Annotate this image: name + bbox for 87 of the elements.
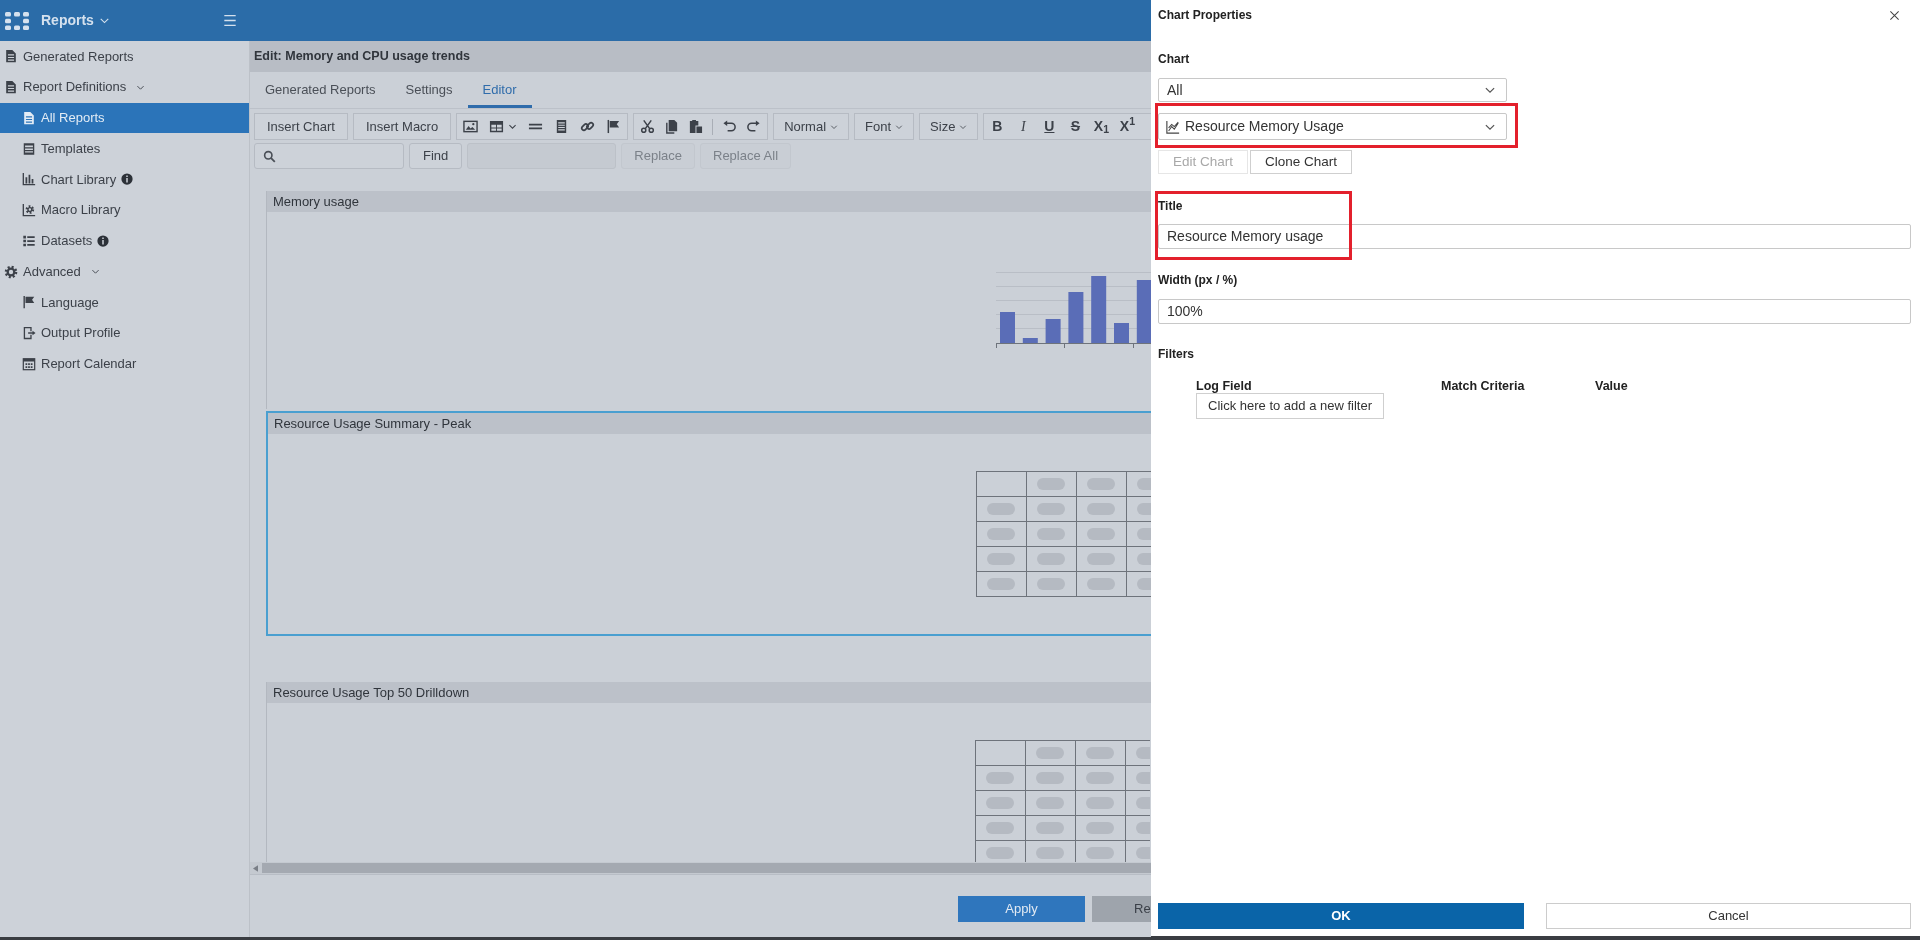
sidebar-item[interactable]: Report Definitions [0, 71, 249, 103]
horizontal-scrollbar[interactable] [250, 862, 1151, 874]
block-title: Memory usage [273, 192, 359, 211]
column-header: Match Criteria [1441, 379, 1525, 393]
underline-button[interactable]: U [1036, 114, 1063, 139]
tab[interactable]: Generated Reports [250, 72, 391, 108]
document-icon [4, 80, 18, 95]
caret-icon[interactable] [508, 122, 518, 131]
title-field[interactable]: Resource Memory usage [1158, 224, 1911, 249]
block-title: Resource Usage Summary - Peak [274, 414, 472, 433]
list-icon [22, 233, 36, 248]
search-icon [263, 149, 276, 163]
chevron-down-icon [959, 122, 968, 131]
block-title: Resource Usage Top 50 Drilldown [273, 683, 470, 702]
dropdown-button[interactable]: Size [919, 113, 979, 140]
app-grid-icon[interactable] [5, 11, 29, 30]
column-header: Value [1595, 379, 1628, 393]
field-label: Chart [1158, 51, 1190, 67]
document-arrow-icon [22, 326, 36, 341]
chart-bar [1068, 292, 1084, 343]
chart-bar [1022, 338, 1038, 343]
secondary-button[interactable]: Re [1092, 896, 1151, 922]
copy-icon[interactable] [664, 119, 680, 134]
bold-button[interactable]: B [984, 114, 1011, 139]
superscript-button[interactable]: X$^{1}$ [1114, 114, 1141, 139]
section-label: Filters [1158, 346, 1194, 362]
subscript-button[interactable]: X$_{1}$ [1088, 114, 1115, 139]
strikethrough-button[interactable]: S [1062, 114, 1089, 139]
scrollbar-thumb[interactable] [262, 863, 1151, 873]
bar-chart-icon [22, 172, 36, 187]
field-label: Width (px / %) [1158, 272, 1238, 288]
menu-icon[interactable] [223, 14, 237, 27]
redo-icon[interactable] [746, 119, 762, 134]
search-field[interactable] [254, 143, 404, 169]
chart-bar [1114, 323, 1129, 343]
dropdown-button[interactable]: Font [854, 113, 915, 140]
chart-action-button[interactable]: Clone Chart [1250, 150, 1353, 174]
sidebar-item[interactable]: Templates [0, 133, 249, 164]
dropdown-button[interactable]: Normal [773, 113, 850, 140]
tab[interactable]: Settings [390, 72, 468, 108]
add-filter-button[interactable]: Click here to add a new filter [1196, 393, 1385, 419]
sidebar-item[interactable]: Macro Library [0, 194, 249, 226]
link-icon[interactable] [580, 119, 596, 134]
chevron-down-icon [830, 122, 839, 131]
find-button[interactable]: Find [409, 143, 463, 169]
italic-button[interactable]: I [1010, 114, 1037, 139]
flag-icon [22, 295, 36, 310]
gear-frame-icon [22, 203, 36, 218]
image-icon[interactable] [463, 119, 479, 134]
document-icon [22, 110, 36, 125]
field-label: Title [1158, 198, 1184, 214]
sidebar-item[interactable]: Chart Library [0, 164, 249, 195]
insert-button[interactable]: Insert Chart [254, 113, 348, 140]
sidebar-item[interactable]: Generated Reports [0, 41, 249, 72]
document-icon [4, 49, 18, 64]
chart-bar [1000, 312, 1015, 343]
gear-icon [4, 264, 18, 279]
chart-bar [1045, 319, 1061, 343]
category-select[interactable]: All [1158, 78, 1507, 102]
cancel-button[interactable]: Cancel [1546, 903, 1911, 929]
width-field[interactable]: 100% [1158, 299, 1911, 324]
sidebar-item[interactable]: Language [0, 287, 249, 318]
sidebar-item[interactable]: Advanced [0, 256, 249, 287]
insert-button[interactable]: Insert Macro [352, 113, 452, 140]
sidebar-item[interactable]: All Reports [0, 102, 249, 134]
column-header: Log Field [1196, 379, 1252, 393]
flag-icon[interactable] [606, 119, 622, 134]
form-icon [22, 141, 36, 156]
scissors-icon[interactable] [640, 119, 656, 134]
sidebar-item[interactable]: Output Profile [0, 317, 249, 349]
sidebar-item[interactable]: Report Calendar [0, 348, 249, 380]
undo-icon[interactable] [722, 119, 738, 134]
chart-select[interactable]: Resource Memory Usage [1158, 113, 1507, 140]
editor-title: Edit: Memory and CPU usage trends [254, 48, 470, 66]
ok-button[interactable]: OK [1158, 903, 1524, 929]
primary-button[interactable]: Apply [958, 896, 1085, 922]
line-chart-icon [1166, 119, 1180, 134]
chevron-down-icon [895, 122, 904, 131]
table-icon[interactable] [489, 119, 505, 134]
tab[interactable]: Editor [467, 72, 532, 108]
sidebar-item[interactable]: Datasets [0, 225, 249, 257]
paste-icon[interactable] [688, 119, 704, 134]
app-menu-button[interactable]: Reports [41, 10, 110, 31]
chart-bar [1091, 276, 1107, 343]
close-icon[interactable] [1889, 9, 1900, 21]
calendar-icon [22, 356, 36, 371]
panel-title: Chart Properties [1158, 7, 1253, 24]
